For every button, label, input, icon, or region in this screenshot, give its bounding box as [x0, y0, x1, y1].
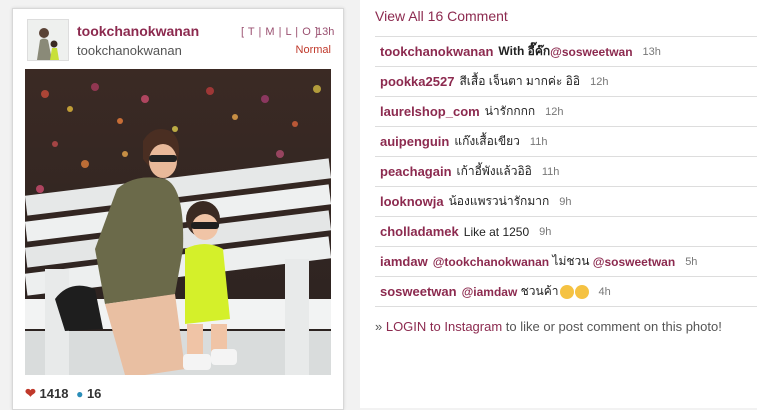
- comment-item: pookka2527 สีเสื้อ เจ็นตา มากค่ะ อิอิ 12…: [375, 66, 757, 96]
- view-all-comments-link[interactable]: View All 16 Comment: [375, 8, 508, 24]
- comment-time: 9h: [539, 225, 552, 238]
- login-link[interactable]: LOGIN to Instagram: [386, 319, 502, 334]
- likes-count: 1418: [39, 386, 69, 402]
- comment-username[interactable]: peachagain: [380, 164, 452, 179]
- comment-list: tookchanokwanan With อี๊ค๊ก @sosweetwan …: [375, 36, 757, 307]
- login-arrow: »: [375, 319, 386, 334]
- comment-mention[interactable]: @sosweetwan: [593, 255, 675, 269]
- comment-text: สีเสื้อ เจ็นตา มากค่ะ อิอิ: [459, 74, 581, 88]
- login-suffix: to like or post comment on this photo!: [502, 319, 722, 334]
- comment-username[interactable]: auipenguin: [380, 134, 449, 149]
- comment-username[interactable]: laurelshop_com: [380, 104, 480, 119]
- comment-time: 12h: [545, 105, 564, 118]
- comment-mention[interactable]: @iamdaw: [462, 285, 518, 299]
- comments-count: 16: [86, 386, 102, 402]
- post-username[interactable]: tookchanokwanan: [77, 23, 199, 39]
- comment-username[interactable]: iamdaw: [380, 254, 428, 269]
- comment-username[interactable]: pookka2527: [380, 74, 454, 89]
- comment-time: 13h: [642, 45, 661, 58]
- comment-username[interactable]: tookchanokwanan: [380, 44, 493, 59]
- comment-time: 11h: [529, 135, 548, 148]
- post-photo[interactable]: [25, 69, 331, 375]
- post-fullname: tookchanokwanan: [77, 43, 182, 58]
- comment-text: ไม่ชวน: [549, 254, 593, 268]
- comment-text: ชวนค้า: [517, 284, 559, 298]
- comment-mention[interactable]: @tookchanokwanan: [433, 255, 549, 269]
- avatar[interactable]: [27, 19, 69, 61]
- comment-username[interactable]: looknowja: [380, 194, 444, 209]
- post-stats: ❤ 1418 ● 16: [25, 385, 101, 402]
- wink-emoji-icon: [559, 284, 574, 299]
- comment-item: looknowja น้องแพรวน่ารักมาก 9h: [375, 186, 757, 216]
- comment-item: cholladamek Like at 1250 9h: [375, 216, 757, 246]
- comment-item: sosweetwan @iamdaw ชวนค้า 4h: [375, 276, 757, 307]
- comment-mention[interactable]: @sosweetwan: [550, 45, 632, 59]
- comment-time: 5h: [685, 255, 698, 268]
- comment-item: iamdaw @tookchanokwanan ไม่ชวน @sosweetw…: [375, 246, 757, 276]
- login-prompt: » LOGIN to Instagram to like or post com…: [375, 319, 722, 334]
- comments-panel: View All 16 Comment tookchanokwanan With…: [360, 0, 757, 408]
- post-time: 13h: [316, 26, 335, 38]
- comment-text: น้องแพรวน่ารักมาก: [448, 194, 550, 208]
- comment-time: 4h: [598, 285, 611, 298]
- comment-time: 9h: [559, 195, 572, 208]
- comment-username[interactable]: cholladamek: [380, 224, 459, 239]
- comment-item: peachagain เก้าอี้พังแล้วอิอิ 11h: [375, 156, 757, 186]
- comment-item: laurelshop_com น่ารักกกก 12h: [375, 96, 757, 126]
- comment-text: Like at 1250: [463, 224, 530, 239]
- heart-icon[interactable]: ❤: [25, 386, 36, 401]
- comment-username[interactable]: sosweetwan: [380, 284, 457, 299]
- comment-text: With อี๊ค๊ก: [498, 44, 551, 58]
- photo-card: tookchanokwanan tookchanokwanan [ T | M …: [12, 8, 344, 410]
- wink-emoji-icon: [574, 284, 589, 299]
- comment-item: tookchanokwanan With อี๊ค๊ก @sosweetwan …: [375, 36, 757, 66]
- comment-text: น่ารักกกก: [484, 104, 536, 118]
- size-links[interactable]: [ T | M | L | O ]: [241, 26, 318, 38]
- comment-item: auipenguin แก๊งเสื้อเขียว 11h: [375, 126, 757, 156]
- comment-time: 11h: [541, 165, 560, 178]
- comment-time: 12h: [590, 75, 609, 88]
- filter-name: Normal: [295, 44, 331, 56]
- comment-bubble-icon[interactable]: ●: [76, 387, 83, 401]
- comment-text: เก้าอี้พังแล้วอิอิ: [456, 164, 532, 178]
- comment-text: แก๊งเสื้อเขียว: [454, 134, 520, 148]
